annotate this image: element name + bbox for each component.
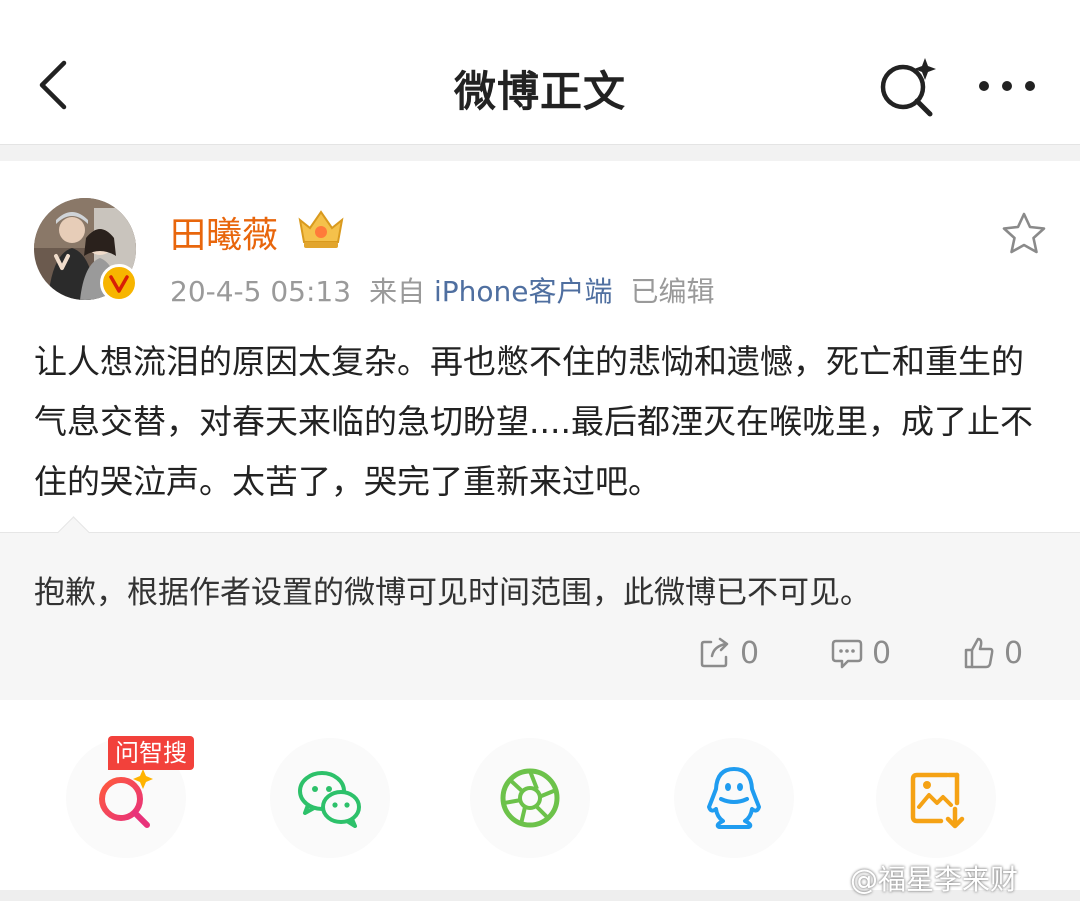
top-nav-bar: 微博正文	[0, 0, 1080, 145]
sparkle-search-icon	[880, 58, 936, 117]
like-count: 0	[1004, 635, 1024, 671]
more-button[interactable]	[972, 68, 1042, 104]
moments-icon	[500, 768, 560, 828]
qq-icon	[707, 767, 761, 829]
favorite-button[interactable]	[1000, 210, 1048, 258]
save-image-icon	[910, 772, 965, 829]
like-button[interactable]: 0	[962, 635, 1023, 671]
ai-search-tag: 问智搜	[108, 736, 194, 770]
post-body-text: 让人想流泪的原因太复杂。再也憋不住的悲恸和遗憾，死亡和重生的气息交替，对春天来临…	[34, 342, 1033, 501]
notice-area: 抱歉，根据作者设置的微博可见时间范围，此微博已不可见。 0 0 0	[0, 516, 1080, 701]
author-name[interactable]: 田曦薇	[170, 206, 278, 258]
verified-v-icon	[109, 275, 129, 293]
share-wechat[interactable]	[270, 738, 390, 858]
comment-count: 0	[872, 635, 892, 671]
share-qq[interactable]	[674, 738, 794, 858]
crown-icon	[296, 206, 346, 250]
unavailable-notice: 抱歉，根据作者设置的微博可见时间范围，此微博已不可见。	[34, 575, 871, 611]
repost-count: 0	[740, 635, 760, 671]
wechat-icon	[298, 771, 361, 828]
thumbs-up-icon	[964, 637, 994, 669]
post-timestamp: 20-4-5 05:13	[170, 275, 352, 308]
source-prefix: 来自	[369, 275, 426, 308]
share-moments[interactable]	[470, 738, 590, 858]
share-save-image[interactable]	[876, 738, 996, 858]
post-meta: 20-4-5 05:13 来自 iPhone客户端 已编辑	[170, 270, 715, 310]
post-source-link[interactable]: iPhone客户端	[434, 275, 613, 308]
star-outline-icon	[1002, 212, 1046, 254]
repost-button[interactable]: 0	[698, 635, 759, 671]
verified-badge	[100, 264, 138, 302]
edited-label: 已编辑	[630, 275, 715, 308]
comment-icon	[831, 639, 863, 669]
section-divider	[0, 144, 1080, 161]
more-dots-icon	[979, 81, 1035, 91]
watermark: @福星李来财	[850, 863, 1019, 896]
ai-search-icon	[99, 769, 153, 828]
search-button[interactable]	[875, 54, 939, 118]
repost-icon	[700, 637, 729, 668]
comment-button[interactable]: 0	[830, 635, 891, 671]
notice-notch	[57, 516, 90, 549]
